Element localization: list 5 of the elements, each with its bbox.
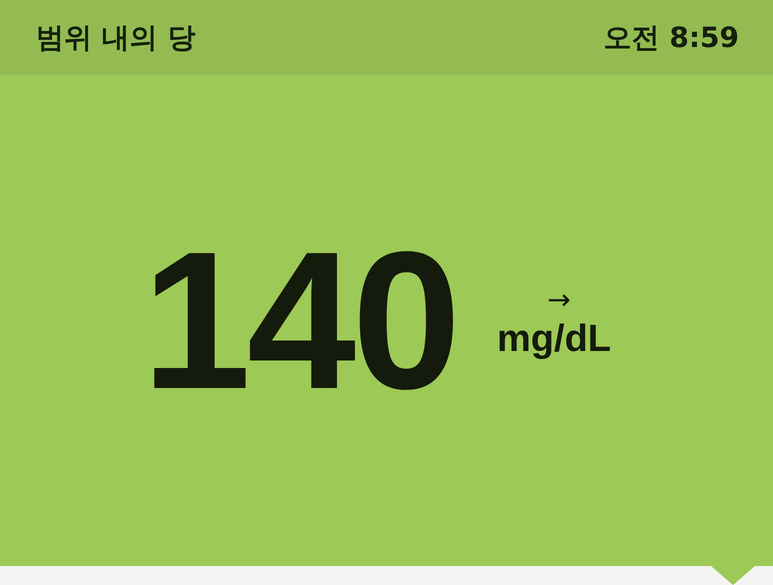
status-title: 범위 내의 당 <box>36 20 196 56</box>
glucose-value: 140 <box>142 222 458 418</box>
time-label: 오전 8:59 <box>604 20 739 56</box>
unit-label: mg/dL <box>497 318 611 361</box>
trend-arrow: → <box>547 286 571 314</box>
